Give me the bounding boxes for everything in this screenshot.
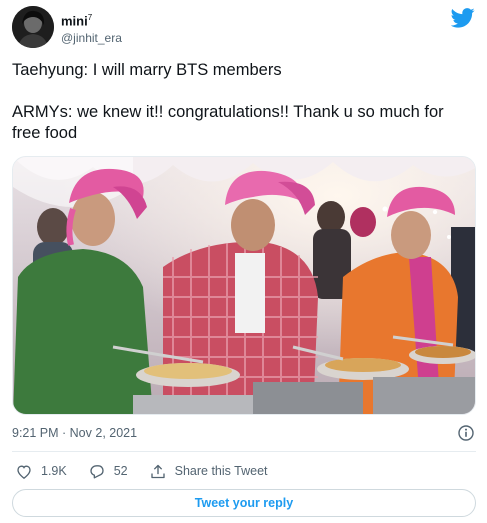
author-names: mini7 @jinhit_era (61, 10, 122, 47)
tweet-timestamp[interactable]: 9:21 PM · Nov 2, 2021 (12, 426, 137, 440)
display-name-superscript: 7 (87, 13, 93, 22)
display-name[interactable]: mini7 (61, 10, 122, 29)
tweet-line-2: ARMYs: we knew it!! congratulations!! Th… (12, 103, 444, 142)
tweet-line-1: Taehyung: I will marry BTS members (12, 61, 282, 79)
reply-button[interactable]: 52 (89, 464, 128, 479)
tweet-your-reply-button[interactable]: Tweet your reply (12, 489, 476, 517)
tweet-media-image[interactable] (12, 156, 476, 415)
info-icon[interactable] (458, 425, 474, 441)
user-handle[interactable]: @jinhit_era (61, 29, 122, 47)
twitter-bird-icon[interactable] (451, 8, 475, 28)
like-count: 1.9K (41, 464, 67, 478)
reply-count: 52 (113, 464, 128, 478)
tweet-actions: 1.9K 52 Share this Tweet (16, 462, 290, 480)
like-button[interactable]: 1.9K (16, 464, 67, 479)
share-icon (150, 464, 165, 478)
tweet-text: Taehyung: I will marry BTS members ARMYs… (12, 60, 475, 144)
reply-bubble-icon (90, 464, 104, 479)
heart-icon (17, 464, 31, 479)
share-label: Share this Tweet (174, 464, 268, 478)
divider (12, 451, 476, 452)
avatar[interactable] (12, 6, 54, 48)
share-button[interactable]: Share this Tweet (150, 464, 268, 479)
tweet-header: mini7 @jinhit_era (12, 6, 475, 50)
